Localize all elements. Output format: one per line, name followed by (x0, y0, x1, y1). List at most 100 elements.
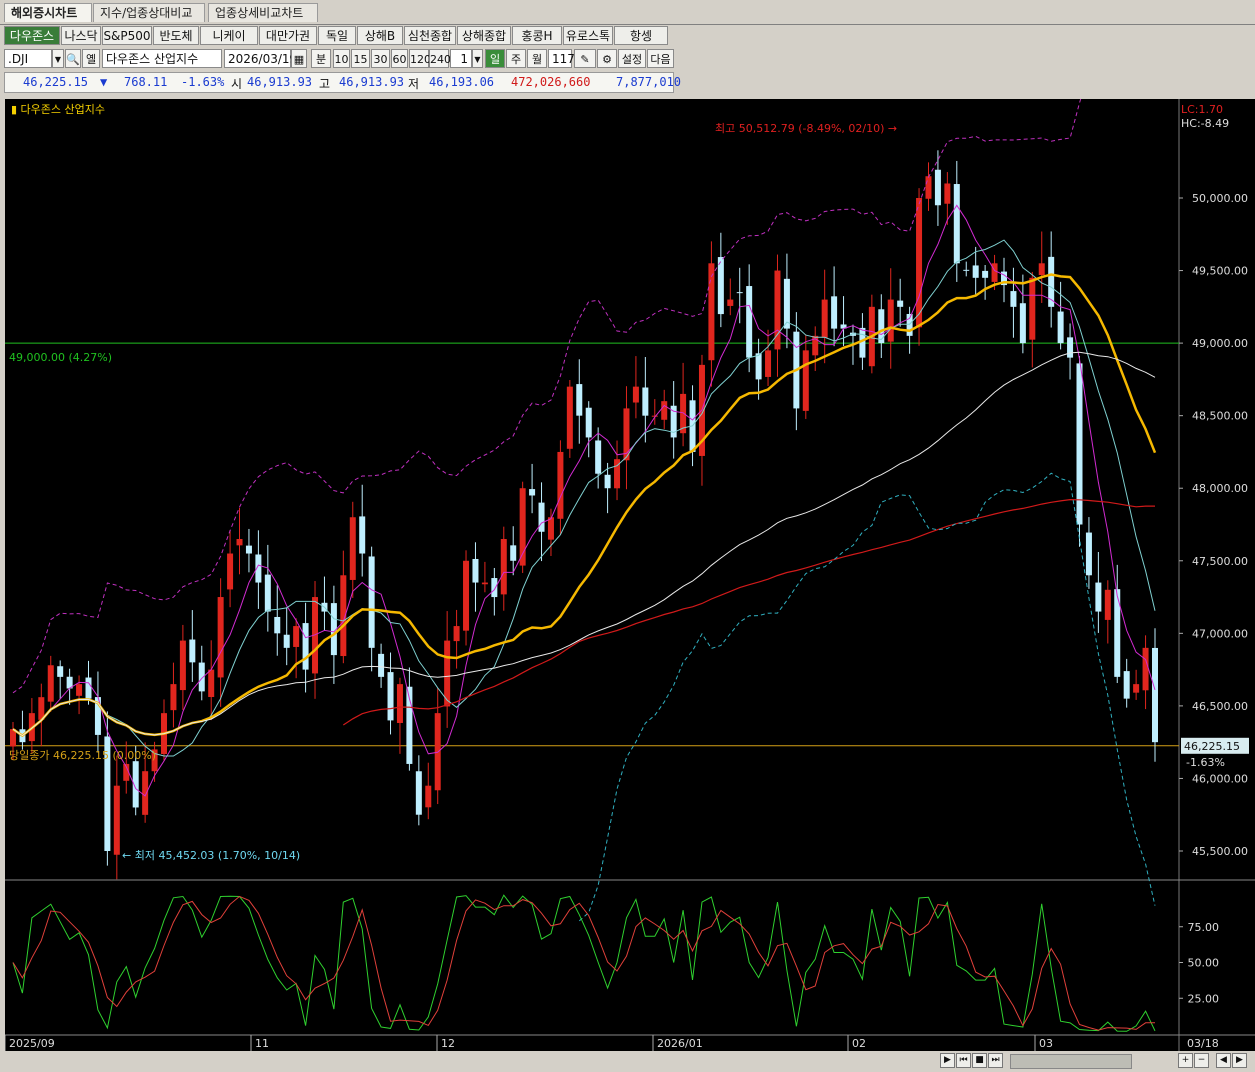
period-30-button[interactable]: 30 (371, 49, 390, 68)
candle-body (595, 440, 602, 474)
day-button[interactable]: 일 (485, 49, 505, 68)
candle-body (529, 489, 536, 496)
chart-toolbar: .DJI ▼ 🔍 옐 다우존스 산업지수 2026/03/19 ▦ 분 10 1… (0, 47, 1255, 70)
index-button[interactable]: 다우존스 (4, 26, 60, 45)
index-button[interactable]: 독일 (318, 26, 356, 45)
index-button[interactable]: 심천종합 (404, 26, 456, 45)
candle-body (378, 653, 385, 677)
zoom-in-icon[interactable]: + (1178, 1053, 1193, 1068)
candle-body (878, 309, 885, 344)
candle-body (963, 269, 970, 271)
candle-body (283, 634, 290, 648)
index-button[interactable]: 니케이 (200, 26, 258, 45)
symbol-name-field: 다우존스 산업지수 (102, 49, 222, 68)
period-60-button[interactable]: 60 (391, 49, 408, 68)
quote-price: 46,225.15 (23, 75, 89, 89)
symbol-input[interactable]: .DJI (4, 49, 52, 68)
minute-button[interactable]: 분 (311, 49, 331, 68)
symbol-dropdown-icon[interactable]: ▼ (52, 49, 64, 68)
month-button[interactable]: 월 (527, 49, 547, 68)
scroll-left-icon[interactable]: ◀ (1216, 1053, 1231, 1068)
scroll-right-icon[interactable]: ▶ (940, 1053, 955, 1068)
y-tick-label: 46,000.00 (1192, 772, 1248, 785)
close-line-label: 당일종가 46,225.15 (0.00%) (9, 748, 156, 762)
candle-body (142, 771, 149, 815)
candle-body (227, 553, 234, 590)
candle-body (500, 539, 507, 595)
index-button[interactable]: 홍콩H (512, 26, 562, 45)
gear-icon[interactable]: ⚙ (597, 49, 617, 68)
link-checkbox[interactable]: 옐 (82, 49, 100, 68)
index-button[interactable]: 나스닥 (61, 26, 101, 45)
index-button[interactable]: 상해종합 (457, 26, 511, 45)
zoom-out-icon[interactable]: − (1194, 1053, 1209, 1068)
candle-body (1057, 311, 1064, 344)
high-label: 고 (319, 77, 331, 91)
period-240-button[interactable]: 240 (429, 49, 451, 68)
y-tick-label: 46,500.00 (1192, 700, 1248, 713)
candle-body (76, 684, 83, 696)
period-120-button[interactable]: 120 (409, 49, 431, 68)
index-button[interactable]: 유로스톡 (563, 26, 613, 45)
candle-body (953, 184, 960, 264)
candle-body (585, 407, 592, 438)
candle-body (708, 263, 715, 361)
candle-body (1019, 303, 1026, 344)
tab-index-compare[interactable]: 지수/업종상대비교 (93, 3, 205, 22)
candle-body (538, 502, 545, 532)
index-button[interactable]: 상해B (357, 26, 403, 45)
x-tick-label: 02 (852, 1037, 866, 1050)
chart-area[interactable]: 50,000.00 49,500.00 49,000.00 48,500.00 48,0… (4, 34, 1255, 1051)
stop-icon[interactable]: ■ (972, 1053, 987, 1068)
candle-body (472, 558, 479, 583)
zoom-slider[interactable] (1010, 1054, 1132, 1069)
candle-body (236, 539, 243, 546)
period-15-button[interactable]: 15 (351, 49, 370, 68)
candle-body (736, 292, 743, 294)
index-button[interactable]: 항셍 (614, 26, 668, 45)
date-input[interactable]: 2026/03/19 (224, 49, 297, 68)
candle-body (1095, 582, 1102, 612)
candle-body (566, 386, 573, 449)
calendar-icon[interactable]: ▦ (291, 49, 307, 68)
week-button[interactable]: 주 (506, 49, 526, 68)
candle-body (982, 270, 989, 278)
y-tick-label: 47,000.00 (1192, 627, 1248, 640)
tab-overseas-chart[interactable]: 해외증시차트 (4, 3, 92, 22)
last-pct-label: -1.63% (1186, 756, 1225, 769)
next-button[interactable]: 다음 (647, 49, 674, 68)
candle-body (1142, 647, 1149, 691)
candle-body (359, 516, 366, 554)
chart-tool-icon[interactable]: ✎ (574, 49, 596, 68)
search-icon[interactable]: 🔍 (65, 49, 81, 68)
candle-body (887, 299, 894, 342)
y-tick-label: 48,000.00 (1192, 482, 1248, 495)
candle-body (415, 771, 422, 815)
quote-amount: 7,877,010 (616, 75, 682, 89)
count-dropdown-icon[interactable]: ▼ (472, 49, 483, 68)
candle-body (293, 626, 300, 647)
scroll-first-icon[interactable]: ⏮ (956, 1053, 971, 1068)
scroll-last-icon[interactable]: ⏭ (988, 1053, 1003, 1068)
candle-body (821, 299, 828, 338)
candle-body (1133, 684, 1140, 693)
candle-body (349, 517, 356, 580)
quote-change-pct: -1.63% (181, 75, 225, 89)
candle-body (302, 623, 309, 670)
index-button[interactable]: 반도체 (153, 26, 199, 45)
scroll-end-icon[interactable]: ▶ (1232, 1053, 1247, 1068)
index-button[interactable]: 대만가권 (259, 26, 317, 45)
candle-body (831, 296, 838, 329)
tab-sector-compare[interactable]: 업종상세비교차트 (208, 3, 318, 22)
index-button[interactable]: S&P500 (102, 26, 152, 45)
candle-body (179, 640, 186, 691)
quote-high: 46,913.93 (339, 75, 405, 89)
settings-button[interactable]: 설정 (618, 49, 646, 68)
y-tick-label: 45,500.00 (1192, 845, 1248, 858)
candle-body (1085, 532, 1092, 576)
low-label: 저 (408, 77, 420, 91)
lc-label: LC:1.70 (1181, 103, 1223, 116)
period-10-button[interactable]: 10 (333, 49, 350, 68)
bar-count-input[interactable]: 117 (548, 49, 575, 68)
count-input[interactable]: 1 (450, 49, 472, 68)
